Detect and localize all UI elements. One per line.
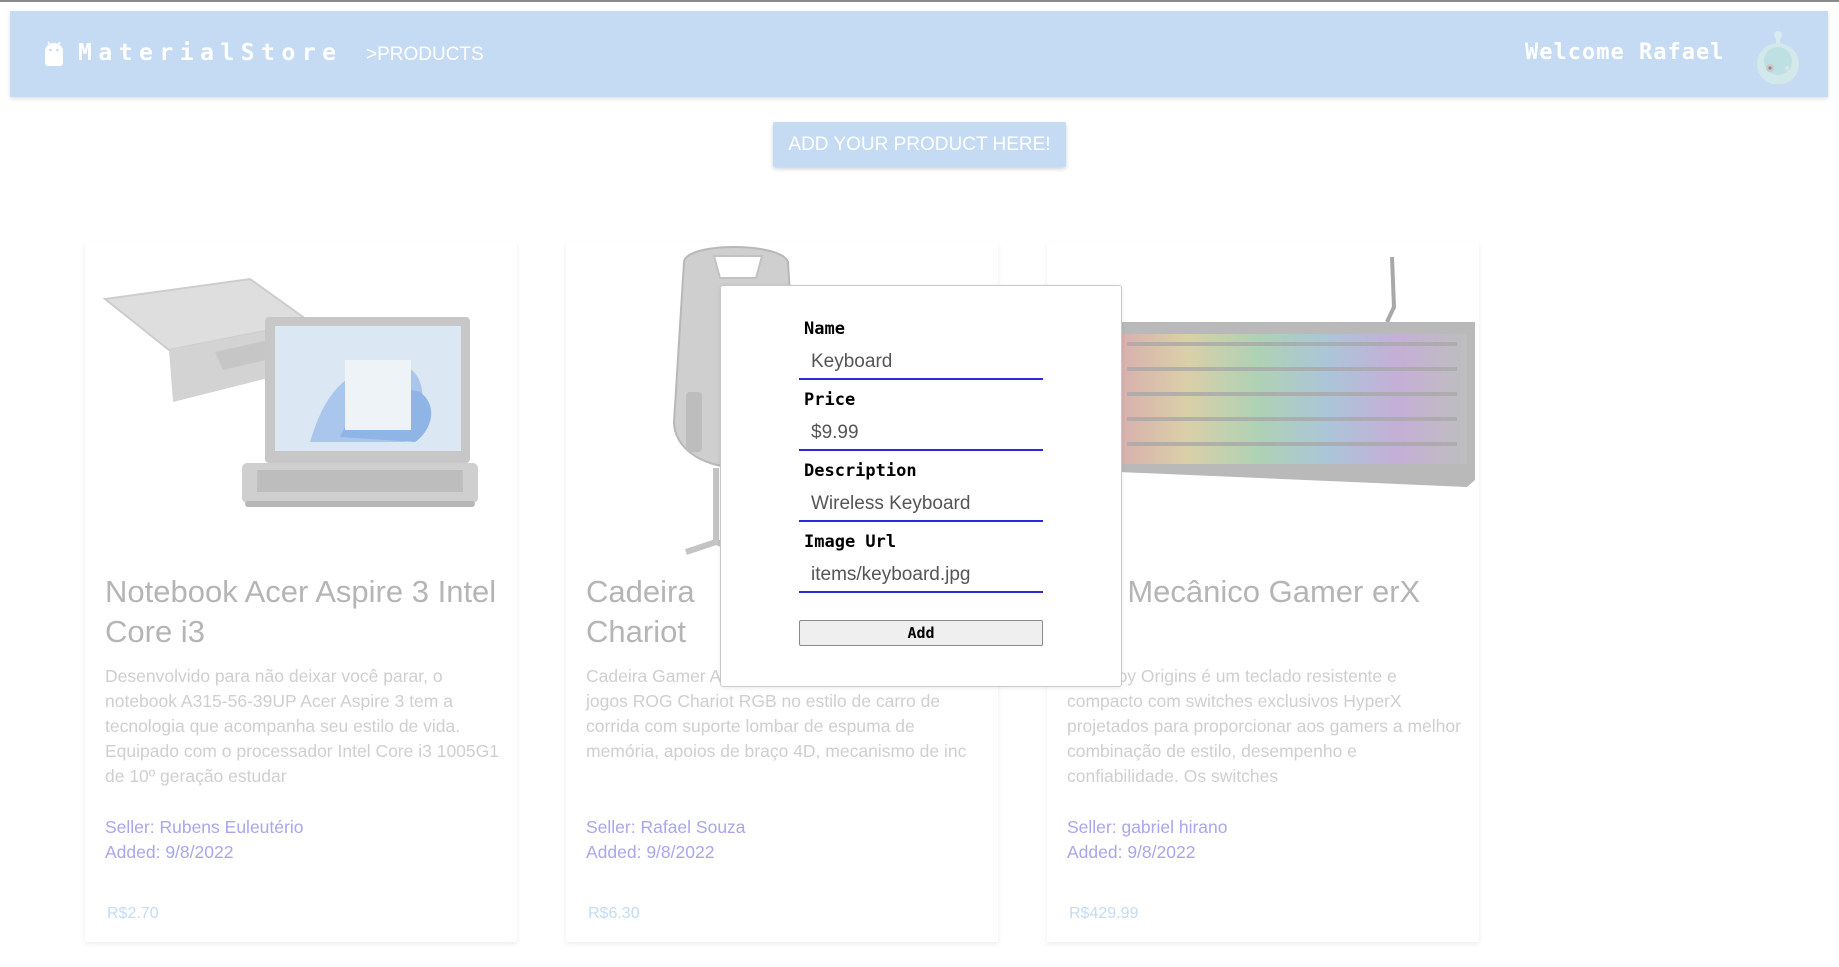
description-label: Description	[804, 461, 917, 481]
product-description: Desenvolvido para não deixar você parar,…	[105, 666, 499, 786]
product-added-date: Added: 9/8/2022	[586, 842, 715, 862]
window-top-border	[0, 0, 1839, 2]
product-price: R$6.30	[588, 905, 640, 922]
add-submit-button[interactable]: Add	[799, 620, 1043, 646]
product-seller: Seller: Rafael Souza	[586, 817, 746, 837]
name-input[interactable]	[799, 346, 1043, 380]
app-bar: MaterialStore >PRODUCTS Welcome Rafael	[10, 11, 1828, 97]
welcome-message: Welcome Rafael	[1525, 40, 1725, 65]
product-added-date: Added: 9/8/2022	[105, 842, 234, 862]
description-input[interactable]	[799, 488, 1043, 522]
product-seller: Seller: gabriel hirano	[1067, 817, 1228, 837]
price-label: Price	[804, 390, 856, 410]
product-seller: Seller: Rubens Eulеutério	[105, 817, 304, 837]
price-input[interactable]	[799, 417, 1043, 451]
product-price: R$429.99	[1069, 905, 1139, 922]
robot-avatar-icon[interactable]	[1753, 28, 1803, 84]
android-icon	[45, 41, 63, 66]
laptop-image	[102, 277, 478, 507]
product-title[interactable]: Notebook Acer Aspire 3 Intel Core i3	[105, 572, 500, 652]
product-title[interactable]: ado Mecânico Gamer erX	[1067, 572, 1462, 612]
add-product-button[interactable]: ADD YOUR PRODUCT HERE!	[773, 122, 1066, 167]
image-url-label: Image Url	[804, 532, 897, 552]
brand-name[interactable]: MaterialStore	[78, 40, 343, 66]
breadcrumb[interactable]: >PRODUCTS	[366, 44, 484, 66]
name-label: Name	[804, 319, 845, 339]
add-product-modal: Name Price Description Image Url Add	[720, 285, 1122, 687]
product-description: erX Alloy Origins é um teclado resistent…	[1067, 666, 1461, 786]
image-url-input[interactable]	[799, 559, 1043, 593]
product-price: R$2.70	[107, 905, 159, 922]
product-card: Notebook Acer Aspire 3 Intel Core i3 Des…	[85, 242, 517, 942]
product-added-date: Added: 9/8/2022	[1067, 842, 1196, 862]
